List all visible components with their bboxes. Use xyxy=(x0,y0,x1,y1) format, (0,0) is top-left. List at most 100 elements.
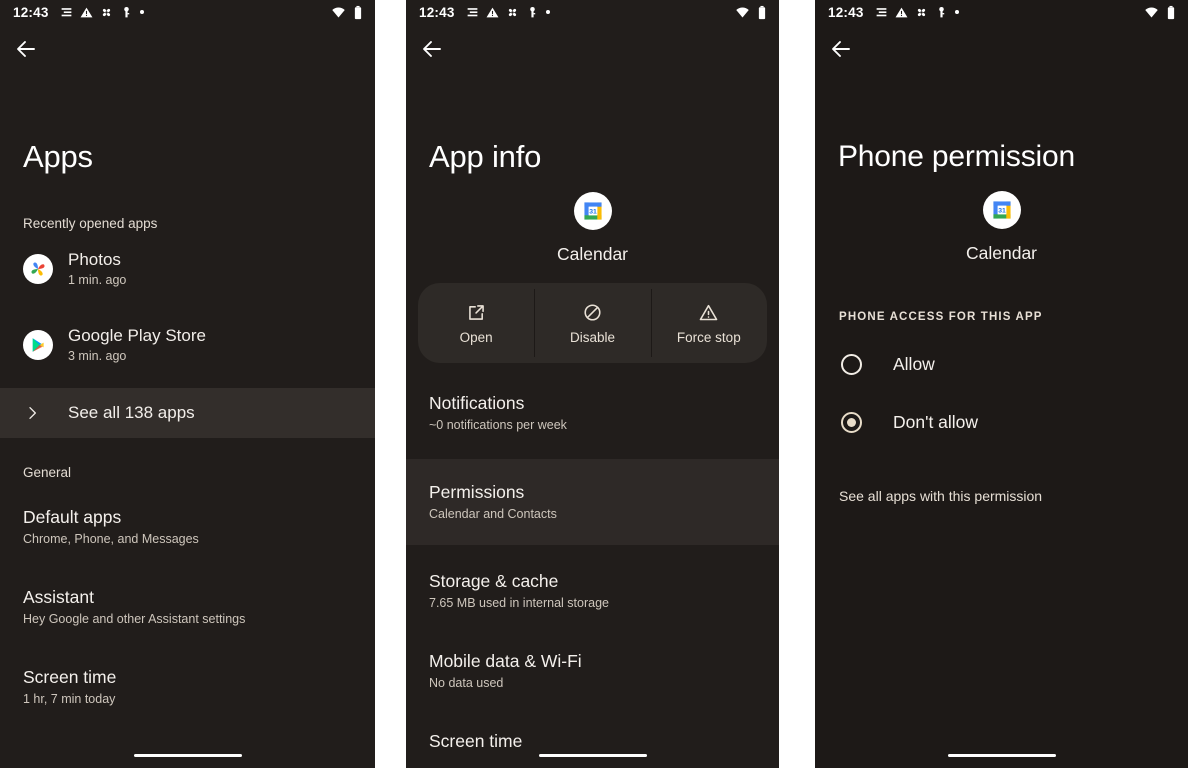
home-indicator xyxy=(538,754,647,757)
default-apps-title: Default apps xyxy=(23,507,122,528)
phone-access-heading: PHONE ACCESS FOR THIS APP xyxy=(839,311,1043,323)
wifi-icon xyxy=(736,7,749,17)
recently-opened-apps-label: Recently opened apps xyxy=(23,216,158,232)
app-name: Calendar xyxy=(965,243,1038,263)
disable-button[interactable]: Disable xyxy=(534,283,650,363)
app-header: 31 Calendar xyxy=(406,174,779,265)
screenshot-stage: 12:43 Apps Recently opened apps Photos 1… xyxy=(0,0,1188,768)
google-calendar-icon: 31 xyxy=(982,191,1021,229)
force-stop-button[interactable]: Force stop xyxy=(650,283,767,363)
storage-cache-subtitle: 7.65 MB used in internal storage xyxy=(429,596,609,611)
pinwheel-icon xyxy=(508,8,516,16)
mobile-data-wifi-title: Mobile data & Wi-Fi xyxy=(429,651,582,672)
list-item-recent-app[interactable]: Photos 1 min. ago xyxy=(0,243,375,295)
see-all-apps-label: See all 138 apps xyxy=(68,403,195,423)
radio-label-allow: Allow xyxy=(893,353,935,374)
list-item-permissions[interactable]: Permissions Calendar and Contacts xyxy=(406,459,779,546)
dot-icon xyxy=(954,10,959,14)
status-bar-clock: 12:43 xyxy=(419,4,455,20)
list-icon xyxy=(467,7,477,16)
screen-time-subtitle: 1 hr, 7 min today xyxy=(23,692,116,707)
permissions-subtitle: Calendar and Contacts xyxy=(429,507,557,522)
status-bar-notification-icons xyxy=(875,6,959,19)
status-bar: 12:43 xyxy=(406,0,779,24)
list-item-recent-app[interactable]: Google Play Store 3 min. ago xyxy=(0,319,375,371)
mobile-data-wifi-subtitle: No data used xyxy=(429,676,504,691)
status-bar-system-icons xyxy=(331,5,364,20)
status-bar-notification-icons xyxy=(60,6,144,19)
app-header: 31 Calendar xyxy=(815,173,1188,264)
radio-option-allow[interactable]: Allow xyxy=(815,340,1188,388)
open-button[interactable]: Open xyxy=(418,283,534,363)
svg-text:31: 31 xyxy=(589,209,597,216)
force-stop-button-label: Force stop xyxy=(676,329,741,345)
status-bar-system-icons xyxy=(1144,5,1177,20)
status-bar-clock: 12:43 xyxy=(828,4,864,20)
recent-app-text: Google Play Store 3 min. ago xyxy=(68,325,206,365)
panel-app-info: 12:43 App info 31 Calendar Open Disable … xyxy=(406,0,779,768)
wifi-icon xyxy=(1145,7,1158,17)
chevron-right-icon xyxy=(29,407,36,420)
svg-text:31: 31 xyxy=(998,207,1006,214)
list-item-screen-time[interactable]: Screen time xyxy=(406,719,779,764)
back-arrow-icon[interactable] xyxy=(14,37,38,61)
home-indicator xyxy=(133,754,242,757)
disable-circle-slash-icon xyxy=(584,304,601,321)
battery-icon xyxy=(1167,5,1175,19)
page-title: Apps xyxy=(23,139,93,174)
warning-triangle-icon xyxy=(486,7,498,17)
see-all-apps-permission-link[interactable]: See all apps with this permission xyxy=(815,488,1188,504)
recent-app-time: 1 min. ago xyxy=(68,273,127,288)
warning-triangle-icon xyxy=(895,7,907,17)
storage-cache-title: Storage & cache xyxy=(429,571,559,592)
warning-triangle-icon xyxy=(80,7,92,17)
open-external-icon xyxy=(468,304,484,320)
recent-app-name: Photos xyxy=(68,250,121,270)
status-bar-clock: 12:43 xyxy=(13,4,49,20)
list-item-storage-cache[interactable]: Storage & cache 7.65 MB used in internal… xyxy=(406,559,779,623)
warning-triangle-icon xyxy=(699,304,718,320)
see-all-apps-row[interactable]: See all 138 apps xyxy=(0,388,375,439)
pinwheel-icon xyxy=(917,8,925,16)
recent-app-name: Google Play Store xyxy=(68,326,206,346)
notifications-title: Notifications xyxy=(429,393,525,414)
recent-app-text: Photos 1 min. ago xyxy=(68,249,126,289)
back-arrow-icon[interactable] xyxy=(829,37,853,61)
open-button-label: Open xyxy=(459,329,493,345)
google-calendar-icon: 31 xyxy=(573,192,612,231)
back-navigation-bar xyxy=(0,24,375,74)
panel-apps-settings: 12:43 Apps Recently opened apps Photos 1… xyxy=(0,0,375,768)
general-section-label: General xyxy=(23,465,72,481)
status-bar: 12:43 xyxy=(815,0,1188,24)
list-icon xyxy=(876,7,886,16)
radio-button-dont-allow[interactable] xyxy=(829,400,873,444)
back-navigation-bar xyxy=(406,24,779,74)
back-navigation-bar xyxy=(815,24,1188,74)
app-action-buttons: Open Disable Force stop xyxy=(418,283,767,364)
page-title: Phone permission xyxy=(838,140,1075,173)
list-item-screen-time[interactable]: Screen time 1 hr, 7 min today xyxy=(0,655,375,719)
home-indicator xyxy=(947,754,1056,757)
list-item-notifications[interactable]: Notifications ~0 notifications per week xyxy=(406,381,779,445)
page-title: App info xyxy=(429,139,542,174)
disable-button-label: Disable xyxy=(569,329,615,345)
permissions-title: Permissions xyxy=(429,482,525,503)
wifi-icon xyxy=(332,7,345,17)
assistant-subtitle: Hey Google and other Assistant settings xyxy=(23,612,246,627)
key-icon xyxy=(938,6,944,17)
status-bar-notification-icons xyxy=(466,6,550,19)
list-item-mobile-data-wifi[interactable]: Mobile data & Wi-Fi No data used xyxy=(406,639,779,703)
panel-phone-permission: 12:43 Phone permission 31 Calendar PHONE… xyxy=(815,0,1188,768)
screen-time-title: Screen time xyxy=(23,667,117,688)
radio-label-dont-allow: Don't allow xyxy=(893,411,979,432)
back-arrow-icon[interactable] xyxy=(420,37,444,61)
radio-option-dont-allow[interactable]: Don't allow xyxy=(815,398,1188,446)
google-play-icon xyxy=(23,330,53,361)
list-item-assistant[interactable]: Assistant Hey Google and other Assistant… xyxy=(0,575,375,639)
radio-button-allow[interactable] xyxy=(839,352,863,376)
battery-icon xyxy=(354,5,362,19)
battery-icon xyxy=(758,5,766,19)
status-bar: 12:43 xyxy=(0,0,375,24)
list-item-default-apps[interactable]: Default apps Chrome, Phone, and Messages xyxy=(0,495,375,559)
assistant-title: Assistant xyxy=(23,587,94,608)
